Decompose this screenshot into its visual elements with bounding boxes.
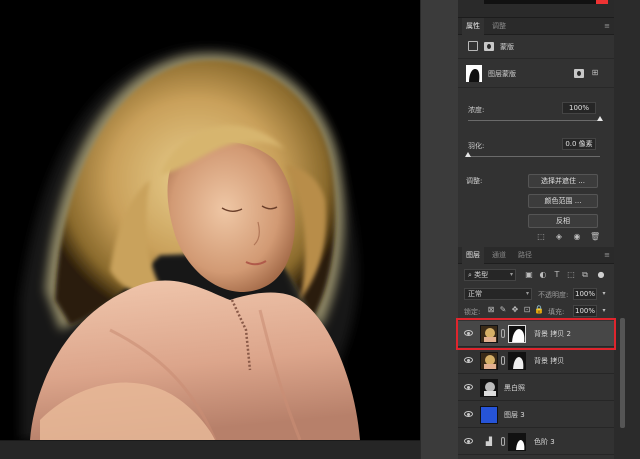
tab-paths[interactable]: 路径 <box>514 247 536 264</box>
filter-adjustment-icon[interactable]: ◐ <box>538 270 548 280</box>
pixel-mask-icon[interactable] <box>468 41 478 51</box>
fill-field[interactable]: 100% <box>573 305 597 317</box>
trash-icon[interactable]: 🗑 <box>590 232 600 242</box>
layer-name[interactable]: 色阶 3 <box>534 429 555 455</box>
layers-menu-icon[interactable]: ≡ <box>602 248 612 262</box>
link-icon[interactable] <box>501 356 505 365</box>
layer-row-black-white[interactable]: 黑白照 <box>458 375 614 401</box>
panel-dock-gap <box>420 0 458 459</box>
navigator-strip <box>458 0 614 18</box>
tab-properties[interactable]: 属性 <box>462 18 484 35</box>
mask-thumbnail <box>466 65 482 82</box>
filter-toggle-icon[interactable]: ● <box>596 270 606 280</box>
lock-artboard-icon[interactable]: ⊡ <box>522 305 532 315</box>
blend-mode-select[interactable]: 正常 ▾ <box>464 288 532 300</box>
layer-thumbnail <box>480 406 498 424</box>
feather-field[interactable]: 0.0 像素 <box>562 138 596 150</box>
filter-kind-value: 类型 <box>474 271 489 279</box>
lock-transparency-icon[interactable]: ⊠ <box>486 305 496 315</box>
color-range-button[interactable]: 颜色范围 ... <box>528 194 598 208</box>
apply-mask-icon[interactable]: ⊞ <box>590 68 600 78</box>
density-field[interactable]: 100% <box>562 102 596 114</box>
tab-channels[interactable]: 通道 <box>488 247 510 264</box>
preview-bar <box>484 0 604 4</box>
layer-mask-thumbnail[interactable] <box>508 433 526 451</box>
blend-mode-value: 正常 <box>468 290 482 298</box>
lock-all-icon[interactable]: 🔒 <box>534 305 544 315</box>
tab-layers[interactable]: 图层 <box>462 247 484 264</box>
visibility-icon[interactable]: ◉ <box>572 232 582 242</box>
right-panel-dock: 属性 调整 ≡ 蒙版 图层蒙版 ⊞ 浓度: 100% 羽化: 0.0 像素 调整… <box>458 0 614 459</box>
layer-mask-thumbnail[interactable] <box>508 352 526 370</box>
layer-mask-icon[interactable] <box>484 42 494 51</box>
link-icon[interactable] <box>501 437 505 446</box>
layer-name[interactable]: 背景 拷贝 <box>534 348 564 374</box>
filter-shape-icon[interactable]: ⬚ <box>566 270 576 280</box>
properties-tabbar: 属性 调整 ≡ <box>458 18 614 35</box>
color-swatch-red <box>596 0 608 4</box>
density-slider[interactable] <box>468 120 600 121</box>
layer-row-background-copy[interactable]: 背景 拷贝 <box>458 348 614 374</box>
dock-scrollbar[interactable] <box>614 0 640 459</box>
layer-row-levels-3[interactable]: ▟ 色阶 3 <box>458 429 614 455</box>
eye-icon[interactable] <box>464 411 473 417</box>
chevron-down-icon: ▾ <box>525 290 529 297</box>
fill-label: 填充: <box>548 308 565 316</box>
layer-filter-select[interactable]: ⌕ 类型 ▾ <box>464 269 516 281</box>
layers-tabbar: 图层 通道 路径 ≡ <box>458 247 614 264</box>
scrollbar-thumb[interactable] <box>620 318 625 428</box>
layer-thumbnail <box>480 352 498 370</box>
selected-layer-annotation-box <box>456 318 616 350</box>
mode-label: 蒙版 <box>500 43 514 51</box>
layer-row-layer-3[interactable]: 图层 3 <box>458 402 614 428</box>
lock-position-icon[interactable]: ✥ <box>510 305 520 315</box>
canvas-status-bar <box>0 440 420 459</box>
tab-adjustments[interactable]: 调整 <box>488 18 510 35</box>
mask-type-row: 图层蒙版 ⊞ <box>458 58 614 88</box>
apply-icon[interactable]: ◈ <box>554 232 564 242</box>
filter-smart-object-icon[interactable]: ⧉ <box>580 270 590 280</box>
eye-icon[interactable] <box>464 357 473 363</box>
layer-name[interactable]: 黑白照 <box>504 375 525 401</box>
fill-chevron-icon[interactable]: ▾ <box>599 306 609 316</box>
girl-photo <box>0 0 420 440</box>
opacity-chevron-icon[interactable]: ▾ <box>599 289 609 299</box>
mask-type-label: 图层蒙版 <box>488 70 516 78</box>
lock-paint-icon[interactable]: ✎ <box>498 305 508 315</box>
density-label: 浓度: <box>468 106 485 114</box>
layer-thumbnail <box>480 379 498 397</box>
select-mask-icon[interactable] <box>574 69 584 78</box>
levels-histogram-icon: ▟ <box>485 437 493 446</box>
select-and-mask-button[interactable]: 选择并遮住 ... <box>528 174 598 188</box>
invert-button[interactable]: 反相 <box>528 214 598 228</box>
opacity-field[interactable]: 100% <box>573 288 597 300</box>
document-canvas[interactable] <box>0 0 420 440</box>
search-icon: ⌕ <box>468 271 472 279</box>
filter-type-icon[interactable]: T <box>552 270 562 280</box>
density-slider-knob[interactable] <box>597 116 603 121</box>
filter-pixel-icon[interactable]: ▣ <box>524 270 534 280</box>
layer-name[interactable]: 图层 3 <box>504 402 525 428</box>
lock-label: 锁定: <box>464 308 481 316</box>
panel-menu-icon[interactable]: ≡ <box>602 19 612 33</box>
eye-icon[interactable] <box>464 438 473 444</box>
eye-icon[interactable] <box>464 384 473 390</box>
feather-label: 羽化: <box>468 142 485 150</box>
opacity-label: 不透明度: <box>538 291 569 299</box>
load-selection-icon[interactable]: ⬚ <box>536 232 546 242</box>
feather-slider[interactable] <box>468 156 600 157</box>
chevron-down-icon: ▾ <box>509 271 513 278</box>
feather-slider-knob[interactable] <box>465 152 471 157</box>
refine-label: 调整: <box>466 177 483 185</box>
